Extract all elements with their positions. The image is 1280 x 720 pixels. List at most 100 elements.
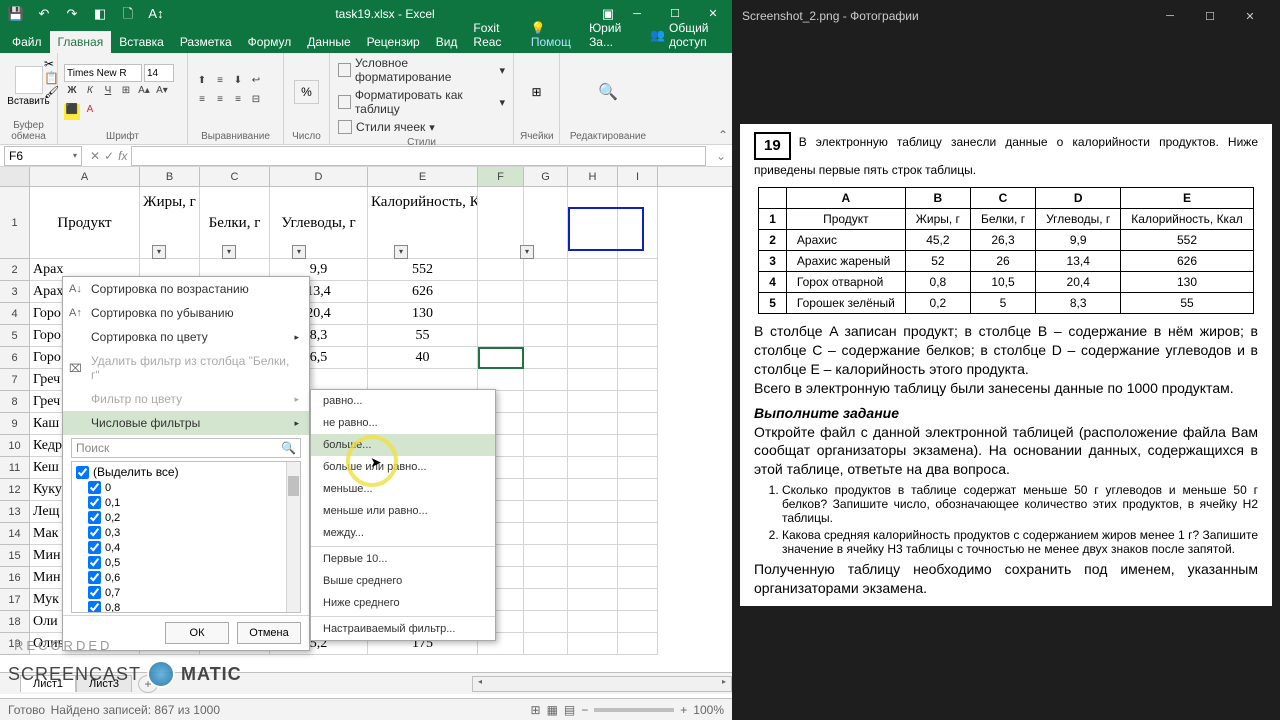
underline-button[interactable]: Ч [100,85,116,101]
number-format-button[interactable]: % [294,80,319,104]
font-size-input[interactable] [144,64,174,82]
filter-less-eq[interactable]: меньше или равно... [311,500,495,522]
fx-icon[interactable]: fx [118,149,127,163]
align-left-icon[interactable]: ≡ [194,94,210,110]
format-painter-icon[interactable]: 🖌 [44,85,59,99]
copy-icon[interactable]: 📋 [44,71,59,85]
merge-icon[interactable]: ⊟ [248,94,264,110]
sort-desc-item[interactable]: A↑Сортировка по убыванию [63,301,309,325]
user-label[interactable]: Юрий За... [581,17,640,53]
filter-not-equals[interactable]: не равно... [311,412,495,434]
tab-view[interactable]: Вид [428,31,466,53]
zoom-out-icon[interactable]: − [581,703,588,717]
border-button[interactable]: ⊞ [118,85,134,101]
filter-value-check[interactable]: 0,6 [74,570,298,585]
photos-maximize[interactable]: ☐ [1190,10,1230,23]
shrink-font-icon[interactable]: A▾ [154,85,170,101]
accept-formula-icon[interactable]: ✓ [104,149,114,163]
expand-formula-icon[interactable]: ⌄ [710,149,732,163]
view-layout-icon[interactable]: ▦ [547,703,558,717]
photos-minimize[interactable]: ─ [1150,10,1190,23]
photos-close[interactable]: ✕ [1230,10,1270,23]
filter-arrow-c[interactable]: ▾ [292,245,306,259]
zoom-in-icon[interactable]: + [680,703,687,717]
select-all-check[interactable]: (Выделить все) [74,464,298,480]
cell-styles-button[interactable]: Стили ячеек ▾ [336,119,507,135]
wrap-icon[interactable]: ↩ [248,75,264,91]
filter-arrow-d[interactable]: ▾ [394,245,408,259]
undo-icon[interactable]: ↶ [34,4,54,24]
cancel-button[interactable]: Отмена [237,622,301,644]
filter-less[interactable]: меньше... [311,478,495,500]
tab-formulas[interactable]: Формул [240,31,300,53]
filter-arrow-a[interactable]: ▾ [152,245,166,259]
align-bot-icon[interactable]: ⬇ [230,75,246,91]
share-button[interactable]: 👥Общий доступ [640,17,732,53]
qat-icon[interactable]: ◧ [90,4,110,24]
cancel-formula-icon[interactable]: ✕ [90,149,100,163]
horizontal-scrollbar[interactable]: ◂▸ [472,676,732,692]
filter-value-check[interactable]: 0,5 [74,555,298,570]
align-center-icon[interactable]: ≡ [212,94,228,110]
share-icon: 👥 [650,28,665,42]
fill-color-button[interactable]: ⬛ [64,104,80,120]
tab-foxit[interactable]: Foxit Reac [465,17,522,53]
filter-value-check[interactable]: 0,8 [74,600,298,613]
filter-between[interactable]: между... [311,522,495,544]
formula-input[interactable] [131,146,705,166]
filter-above-avg[interactable]: Выше среднего [311,570,495,592]
qat-icon[interactable]: 🗋 [118,4,138,24]
redo-icon[interactable]: ↷ [62,4,82,24]
filter-top10[interactable]: Первые 10... [311,546,495,570]
filter-search-input[interactable]: Поиск🔍 [71,438,301,458]
cells-button[interactable]: ⊞ [531,85,541,99]
filter-value-check[interactable]: 0,1 [74,495,298,510]
filter-value-check[interactable]: 0,4 [74,540,298,555]
align-mid-icon[interactable]: ≡ [212,75,228,91]
filter-arrow-b[interactable]: ▾ [222,245,236,259]
align-top-icon[interactable]: ⬆ [194,75,210,91]
cut-icon[interactable]: ✂ [44,57,59,71]
tab-insert[interactable]: Вставка [111,31,172,53]
filter-below-avg[interactable]: Ниже среднего [311,592,495,614]
font-name-input[interactable] [64,64,142,82]
view-normal-icon[interactable]: ⊞ [531,703,541,717]
find-button[interactable]: 🔍 [598,82,618,102]
collapse-ribbon-icon[interactable]: ⌃ [718,128,728,142]
tab-home[interactable]: Главная [50,31,112,53]
align-right-icon[interactable]: ≡ [230,94,246,110]
tab-help[interactable]: 💡 Помощ [523,17,581,53]
sort-asc-item[interactable]: A↓Сортировка по возрастанию [63,277,309,301]
filter-checklist[interactable]: (Выделить все) 00,10,20,30,40,50,60,70,8 [71,461,301,613]
number-filters-item[interactable]: Числовые фильтры▸ [63,411,309,435]
save-icon[interactable]: 💾 [6,4,26,24]
grow-font-icon[interactable]: A▴ [136,85,152,101]
filter-value-check[interactable]: 0,2 [74,510,298,525]
tab-data[interactable]: Данные [299,31,358,53]
sort-color-item[interactable]: Сортировка по цвету▸ [63,325,309,349]
photos-titlebar: Screenshot_2.png - Фотографии ─ ☐ ✕ [732,0,1280,32]
view-break-icon[interactable]: ▤ [564,703,575,717]
tab-review[interactable]: Рецензир [359,31,428,53]
name-box[interactable]: F6▾ [4,146,82,166]
ok-button[interactable]: ОК [165,622,229,644]
tab-file[interactable]: Файл [4,31,50,53]
filter-greater-eq[interactable]: больше или равно... [311,456,495,478]
zoom-value[interactable]: 100% [693,703,724,717]
checklist-scrollbar[interactable] [286,462,300,612]
filter-arrow-e[interactable]: ▾ [520,245,534,259]
conditional-format-button[interactable]: Условное форматирование ▾ [336,55,507,85]
qat-icon[interactable]: A↕ [146,4,166,24]
font-color-button[interactable]: A [82,104,98,120]
bold-button[interactable]: Ж [64,85,80,101]
tab-layout[interactable]: Разметка [172,31,240,53]
filter-custom[interactable]: Настраиваемый фильтр... [311,616,495,640]
filter-equals[interactable]: равно... [311,390,495,412]
zoom-slider[interactable] [594,708,674,712]
italic-button[interactable]: К [82,85,98,101]
filter-value-check[interactable]: 0,3 [74,525,298,540]
filter-value-check[interactable]: 0,7 [74,585,298,600]
filter-value-check[interactable]: 0 [74,480,298,495]
filter-greater[interactable]: больше... [311,434,495,456]
format-as-table-button[interactable]: Форматировать как таблицу ▾ [336,87,507,117]
